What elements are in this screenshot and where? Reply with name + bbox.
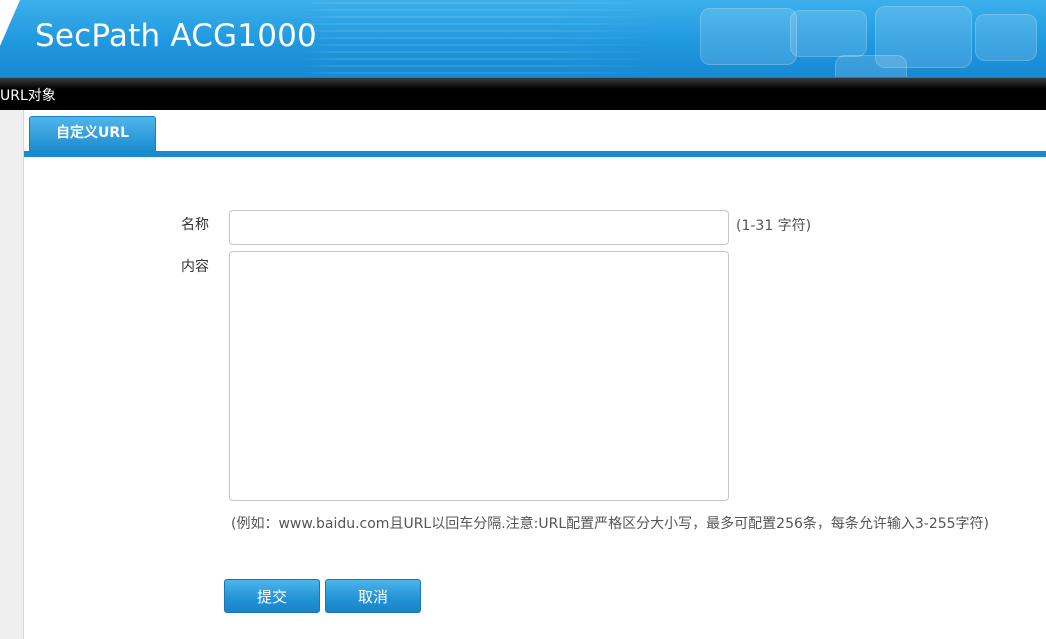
product-title: SecPath ACG1000 bbox=[35, 18, 317, 54]
content-label: 内容 bbox=[181, 259, 209, 275]
left-gutter bbox=[0, 110, 24, 639]
banner-decoration bbox=[790, 10, 867, 57]
name-label: 名称 bbox=[181, 217, 209, 233]
page-title-bar: URL对象 bbox=[0, 77, 1046, 110]
content-textarea[interactable] bbox=[229, 251, 729, 501]
cancel-button[interactable]: 取消 bbox=[325, 579, 421, 613]
banner-corner bbox=[0, 0, 20, 46]
banner-decoration bbox=[975, 14, 1037, 61]
banner-decoration bbox=[835, 55, 907, 77]
app-window: SecPath ACG1000 URL对象 自定义URL 名称 (1-31 字符… bbox=[0, 0, 1046, 639]
page-title: URL对象 bbox=[0, 88, 56, 104]
tab-custom-url[interactable]: 自定义URL bbox=[29, 116, 156, 151]
name-input[interactable] bbox=[229, 210, 729, 245]
name-hint: (1-31 字符) bbox=[736, 218, 812, 234]
header-banner: SecPath ACG1000 bbox=[0, 0, 1046, 77]
submit-button[interactable]: 提交 bbox=[224, 579, 320, 613]
banner-decoration bbox=[300, 2, 660, 74]
content-hint: (例如：www.baidu.com且URL以回车分隔.注意:URL配置严格区分大… bbox=[231, 516, 990, 532]
tab-underline bbox=[24, 151, 1046, 157]
banner-decoration bbox=[700, 8, 797, 65]
